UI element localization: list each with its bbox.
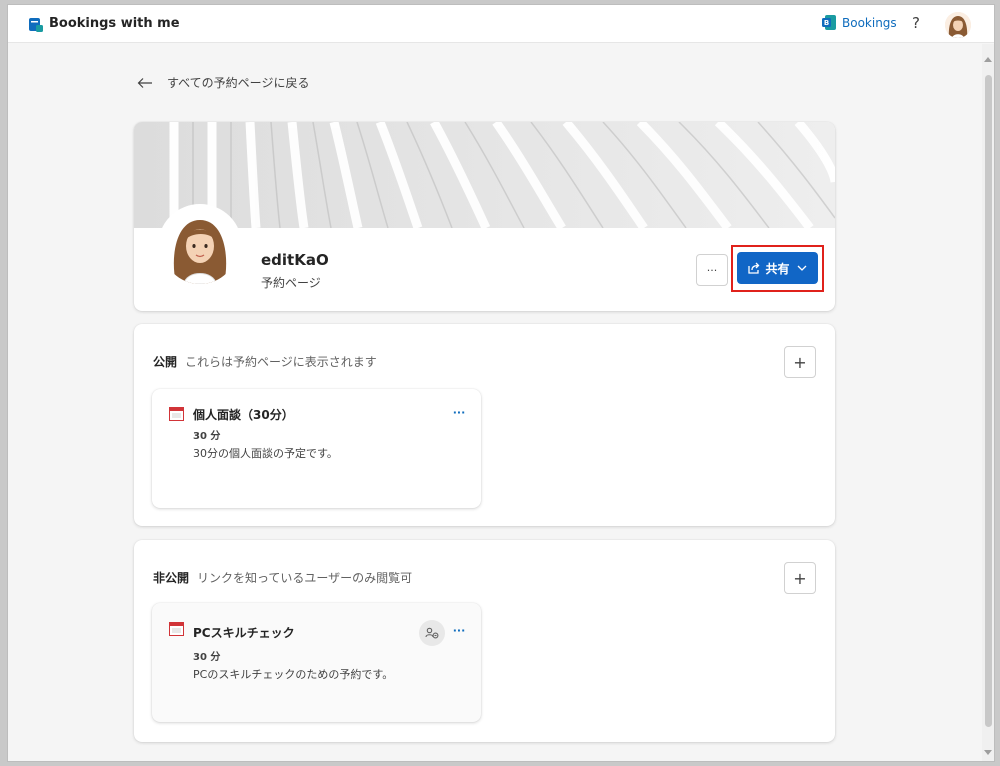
calendar-icon xyxy=(169,622,184,636)
service-card-personal-interview[interactable]: 個人面談（30分） 30 分 30分の個人面談の予定です。 ··· xyxy=(152,389,481,508)
profile-subtitle: 予約ページ xyxy=(261,276,321,290)
public-section-description: これらは予約ページに表示されます xyxy=(185,355,377,369)
link-people-icon xyxy=(425,627,439,639)
private-section-description: リンクを知っているユーザーのみ閲覧可 xyxy=(197,571,413,585)
public-services-section: 公開 これらは予約ページに表示されます + 個人面談（30分） 30 分 30分の… xyxy=(134,324,835,526)
add-private-service-button[interactable]: + xyxy=(784,562,816,594)
share-button[interactable]: 共有 xyxy=(737,252,818,284)
service-more-button[interactable]: ··· xyxy=(448,406,470,422)
bookings-app-icon xyxy=(29,18,43,32)
profile-name: editKaO xyxy=(261,251,329,269)
back-to-all-pages-link[interactable]: すべての予約ページに戻る xyxy=(137,74,309,91)
public-section-header: 公開 これらは予約ページに表示されます xyxy=(153,353,377,370)
service-card-pc-skill-check[interactable]: PCスキルチェック 30 分 PCのスキルチェックのための予約です。 ··· xyxy=(152,603,481,722)
service-duration: 30 分 xyxy=(193,652,221,663)
arrow-left-icon xyxy=(137,77,152,88)
scroll-up-arrow-icon[interactable] xyxy=(984,57,992,62)
chevron-down-icon xyxy=(797,265,806,271)
private-section-header: 非公開 リンクを知っているユーザーのみ閲覧可 xyxy=(153,569,412,586)
service-description: PCのスキルチェックのための予約です。 xyxy=(193,668,394,681)
svg-text:B: B xyxy=(824,19,829,27)
avatar-portrait-icon xyxy=(945,12,971,38)
browser-window: Bookings with me B Bookings ? すべての予約ページに… xyxy=(7,4,995,762)
banner-image xyxy=(134,122,835,228)
user-avatar[interactable] xyxy=(945,12,971,38)
service-more-button[interactable]: ··· xyxy=(448,624,470,640)
profile-more-button[interactable]: ··· xyxy=(696,254,728,286)
public-section-heading: 公開 xyxy=(153,355,178,369)
bookings-app-link[interactable]: B Bookings xyxy=(822,15,897,30)
app-title: Bookings with me xyxy=(49,16,180,31)
service-description: 30分の個人面談の予定です。 xyxy=(193,447,338,460)
private-services-section: 非公開 リンクを知っているユーザーのみ閲覧可 + PCスキルチェック 30 分 P… xyxy=(134,540,835,742)
bookings-icon: B xyxy=(822,15,836,30)
add-public-service-button[interactable]: + xyxy=(784,346,816,378)
share-icon xyxy=(748,262,760,274)
calendar-icon xyxy=(169,407,184,421)
top-bar: Bookings with me B Bookings ? xyxy=(8,5,994,43)
private-section-heading: 非公開 xyxy=(153,571,190,585)
service-title: PCスキルチェック xyxy=(193,626,295,640)
bookings-link-label: Bookings xyxy=(842,15,897,30)
help-icon[interactable]: ? xyxy=(912,14,920,32)
share-button-label: 共有 xyxy=(765,261,790,276)
scroll-thumb[interactable] xyxy=(985,75,992,727)
private-link-badge xyxy=(419,620,445,646)
profile-portrait-icon xyxy=(162,208,238,284)
scroll-down-arrow-icon[interactable] xyxy=(984,750,992,755)
profile-avatar xyxy=(158,204,242,288)
service-title: 個人面談（30分） xyxy=(193,408,294,422)
back-link-label: すべての予約ページに戻る xyxy=(167,76,310,90)
service-duration: 30 分 xyxy=(193,431,221,442)
booking-page-profile-card: editKaO 予約ページ ··· xyxy=(134,122,835,311)
